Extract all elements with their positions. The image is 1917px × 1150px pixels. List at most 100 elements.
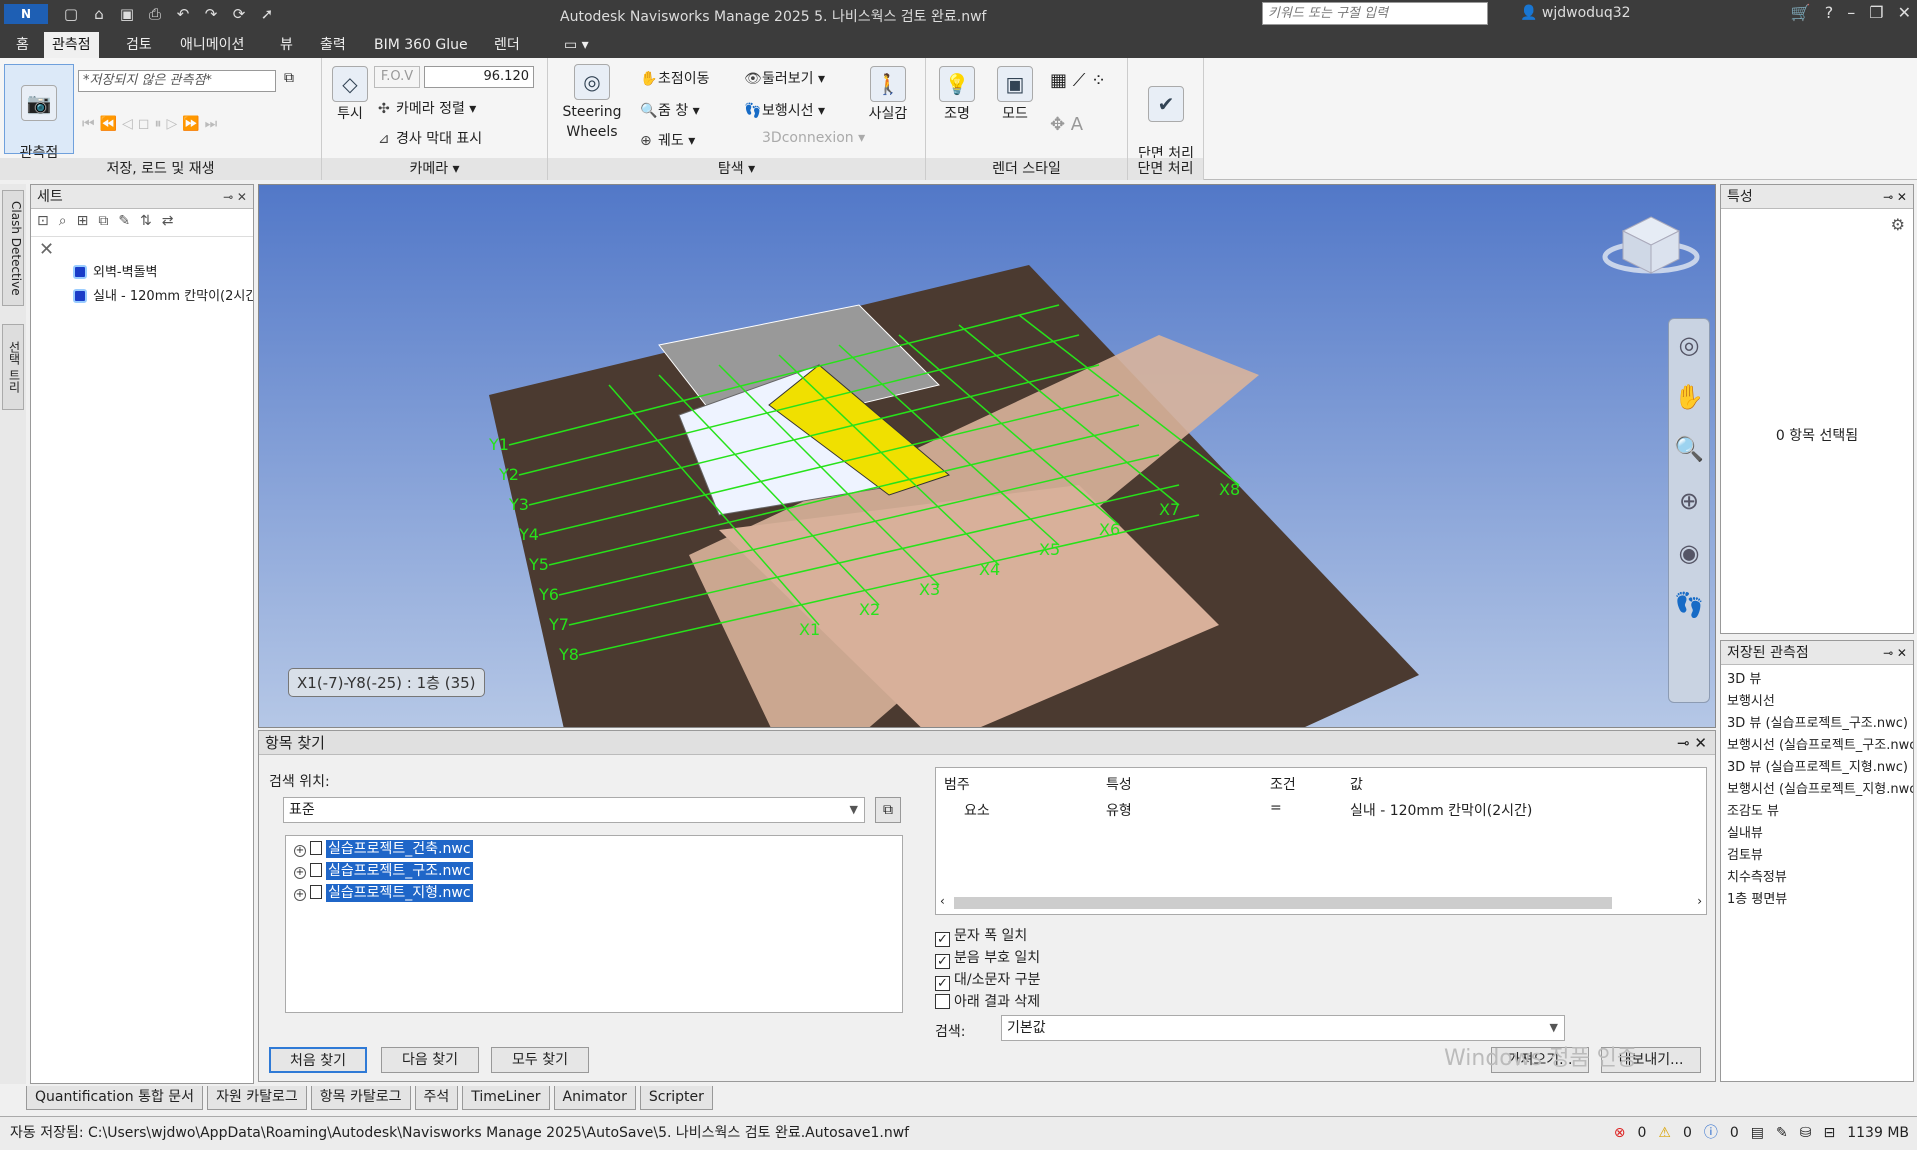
find-all-button[interactable]: 모두 찾기 <box>491 1047 589 1073</box>
zoom-window-button[interactable]: 🔍줌 창 ▾ <box>640 100 700 120</box>
tab-timeliner[interactable]: TimeLiner <box>462 1086 550 1110</box>
file-item-terrain[interactable]: + 실습프로젝트_지형.nwc <box>286 882 902 904</box>
panel-pin-close-icon[interactable]: ⊸ ✕ <box>223 185 247 209</box>
save-selection-icon[interactable]: ⊡ <box>37 213 49 232</box>
viewpoint-item[interactable]: 실내뷰 <box>1721 823 1913 845</box>
save-search-icon[interactable]: ⌕ <box>59 213 67 232</box>
stop-icon[interactable]: ◻ <box>138 116 150 132</box>
viewpoint-item[interactable]: 보행시선 (실습프로젝트_구조.nwc) <box>1721 735 1913 757</box>
import-export-icon[interactable]: ⇄ <box>162 213 174 232</box>
user-account[interactable]: 👤 wjdwoduq32 <box>1520 5 1631 21</box>
checkbox-unchecked-icon[interactable] <box>935 994 950 1009</box>
match-diacritics-checkbox[interactable]: ✓ 분음 부호 일치 <box>935 947 1040 969</box>
search-conditions-grid[interactable]: 범주 특성 조건 값 요소 유형 = 실내 - 120mm 칸막이(2시간) ‹… <box>935 767 1707 915</box>
close-icon[interactable]: ✕ <box>1898 3 1911 22</box>
restore-icon[interactable]: ❐ <box>1869 3 1883 22</box>
panel-pin-close-icon[interactable]: ⊸ ✕ <box>1677 731 1707 755</box>
tab-output[interactable]: 출력 <box>312 32 354 58</box>
play-icon[interactable]: ▷ <box>166 116 177 132</box>
next-frame-icon[interactable]: ⏩ <box>182 116 199 132</box>
tab-bim360[interactable]: BIM 360 Glue <box>366 32 476 58</box>
find-next-button[interactable]: 다음 찾기 <box>381 1047 479 1073</box>
surfaces-icon[interactable]: ▦ ⟋ ⁘ <box>1050 70 1106 91</box>
first-frame-icon[interactable]: ⏮ <box>82 116 95 132</box>
show-tilt-bar-button[interactable]: ⊿ 경사 막대 표시 <box>378 128 482 148</box>
save-viewpoint-button[interactable]: 📷 관측점 저장 <box>4 64 74 181</box>
viewpoint-item[interactable]: 3D 뷰 (실습프로젝트_구조.nwc) <box>1721 713 1913 735</box>
tab-animation[interactable]: 애니메이션 <box>172 32 252 58</box>
scroll-left-icon[interactable]: ‹ <box>940 894 945 908</box>
search-mode-select[interactable]: 기본값 ▼ <box>1001 1015 1565 1041</box>
checkbox-checked-icon[interactable]: ✓ <box>935 954 950 969</box>
look-around-button[interactable]: 👁둘러보기 ▾ <box>744 68 825 88</box>
cell-category[interactable]: 요소 <box>964 800 990 820</box>
help-icon[interactable]: ? <box>1825 3 1834 22</box>
tab-animator[interactable]: Animator <box>553 1086 636 1110</box>
tab-viewpoint[interactable]: 관측점 <box>44 32 99 58</box>
gear-icon[interactable]: ⚙ <box>1891 215 1905 234</box>
delete-icon[interactable]: ✕ <box>31 237 253 261</box>
keyword-search-input[interactable]: 키워드 또는 구절 입력 <box>1262 2 1488 25</box>
sheet-browser-icon[interactable]: ▤ <box>1751 1117 1764 1149</box>
walk-nav-icon[interactable]: 👣 <box>1669 579 1709 631</box>
sort-icon[interactable]: ⇅ <box>140 213 152 232</box>
mode-button[interactable]: ▣ 모드 <box>988 66 1042 124</box>
viewpoint-item[interactable]: 3D 뷰 (실습프로젝트_지형.nwc) <box>1721 757 1913 779</box>
prune-results-checkbox[interactable]: 아래 결과 삭제 <box>935 991 1040 1011</box>
cart-icon[interactable]: 🛒 <box>1791 3 1811 22</box>
pan-button[interactable]: ✋초점이동 <box>640 68 710 88</box>
look-nav-icon[interactable]: ◉ <box>1669 527 1709 579</box>
clash-detective-tab[interactable]: Clash Detective <box>2 190 24 306</box>
points-icon[interactable]: ✥ A <box>1050 114 1083 135</box>
prev-frame-icon[interactable]: ⏪ <box>100 116 117 132</box>
info-icon[interactable]: ⓘ <box>1704 1117 1718 1149</box>
reverse-play-icon[interactable]: ◁ <box>122 116 133 132</box>
redo-icon[interactable]: ↷ <box>200 4 222 24</box>
viewpoint-item[interactable]: 보행시선 (실습프로젝트_지형.nwc) <box>1721 779 1913 801</box>
set-item-exterior-brick[interactable]: 외벽-벽돌벽 <box>31 261 253 285</box>
steering-wheels-button[interactable]: ◎ Steering Wheels <box>552 64 632 142</box>
pan-nav-icon[interactable]: ✋ <box>1669 371 1709 423</box>
scroll-thumb[interactable] <box>954 897 1612 909</box>
new-folder-icon[interactable]: ⊞ <box>77 213 89 232</box>
cell-property[interactable]: 유형 <box>1106 800 1132 820</box>
zoom-nav-icon[interactable]: 🔍 <box>1669 423 1709 475</box>
orbit-button[interactable]: ⊕ 궤도 ▾ <box>640 130 695 150</box>
cell-value[interactable]: 실내 - 120mm 칸막이(2시간) <box>1350 800 1532 820</box>
cell-condition[interactable]: = <box>1270 800 1282 816</box>
file-item-structure[interactable]: + 실습프로젝트_구조.nwc <box>286 860 902 882</box>
tab-review[interactable]: 검토 <box>118 32 160 58</box>
open-file-icon[interactable]: ⌂ <box>88 4 110 24</box>
tab-render[interactable]: 렌더 <box>486 32 528 58</box>
tab-home[interactable]: 홈 <box>8 32 37 58</box>
tab-view[interactable]: 뷰 <box>272 32 301 58</box>
viewpoint-item[interactable]: 3D 뷰 <box>1721 669 1913 691</box>
search-in-select[interactable]: 표준 ▼ <box>283 797 865 823</box>
pause-icon[interactable]: ⏸ <box>154 116 161 132</box>
steering-wheel-nav-icon[interactable]: ◎ <box>1669 319 1709 371</box>
checkbox-checked-icon[interactable]: ✓ <box>935 976 950 991</box>
realism-button[interactable]: 🚶 사실감 <box>858 66 918 124</box>
fov-input[interactable]: 96.120 <box>424 66 534 88</box>
panel-pin-close-icon[interactable]: ⊸ ✕ <box>1883 641 1907 665</box>
perspective-button[interactable]: ◇ 투시 <box>326 66 374 124</box>
ribbon-options-icon[interactable]: ▭ ▾ <box>556 32 597 58</box>
viewpoint-item[interactable]: 보행시선 <box>1721 691 1913 713</box>
last-frame-icon[interactable]: ⏭ <box>205 116 218 132</box>
viewpoint-item[interactable]: 조감도 뷰 <box>1721 801 1913 823</box>
new-file-icon[interactable]: ▢ <box>60 4 82 24</box>
warning-icon[interactable]: ⚠ <box>1658 1117 1671 1149</box>
file-item-architecture[interactable]: + 실습프로젝트_건축.nwc <box>286 838 902 860</box>
align-camera-button[interactable]: ✣ 카메라 정렬 ▾ <box>378 98 476 118</box>
find-first-button[interactable]: 처음 찾기 <box>269 1047 367 1073</box>
viewpoint-select[interactable]: *저장되지 않은 관측점* <box>78 70 276 92</box>
3d-viewport[interactable]: X1 X2 X3 X4 X5 X6 X7 X8 Y1 Y2 Y3 Y4 Y5 Y… <box>258 184 1716 728</box>
duplicate-icon[interactable]: ⧉ <box>98 213 108 232</box>
set-item-interior-partition[interactable]: 실내 - 120mm 칸막이(2시간) <box>31 285 253 309</box>
viewpoint-item[interactable]: 검토뷰 <box>1721 845 1913 867</box>
refresh-icon[interactable]: ⟳ <box>228 4 250 24</box>
print-icon[interactable]: ⎙ <box>144 4 166 24</box>
tab-quantification[interactable]: Quantification 통합 문서 <box>26 1086 204 1110</box>
walk-button[interactable]: 👣보행시선 ▾ <box>744 100 825 120</box>
tab-scripter[interactable]: Scripter <box>639 1086 713 1110</box>
